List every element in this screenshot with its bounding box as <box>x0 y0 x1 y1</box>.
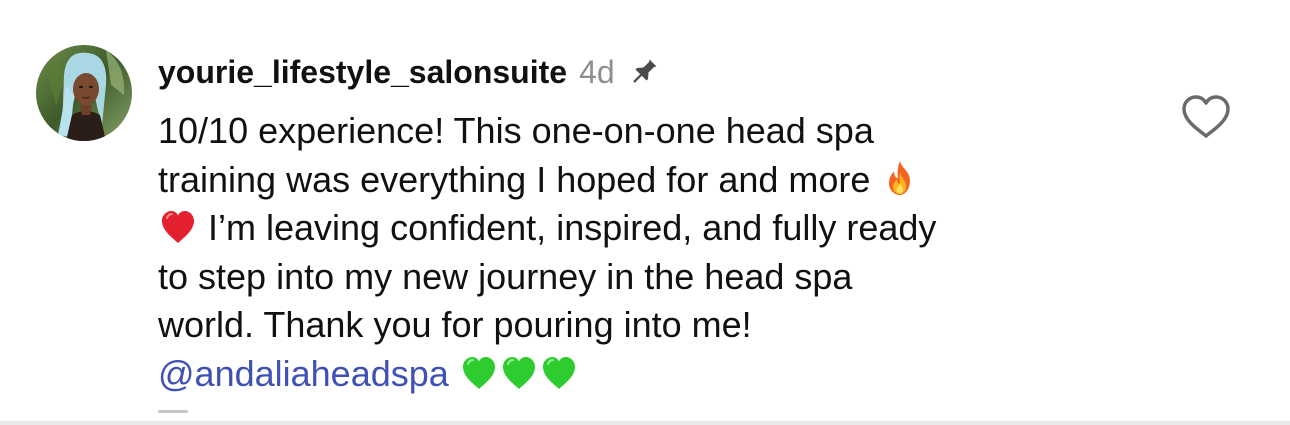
comment-item: yourie_lifestyle_salonsuite 4d 10/10 exp… <box>0 0 1290 425</box>
username-link[interactable]: yourie_lifestyle_salonsuite <box>158 54 567 91</box>
pin-icon <box>627 55 661 89</box>
comment-line-6: @andaliaheadspa <box>158 350 1148 399</box>
green-heart-emoji-icon <box>459 353 499 393</box>
comment-line-5: world. Thank you for pouring into me! <box>158 301 1148 350</box>
avatar-image <box>36 45 132 141</box>
comment-line-1: 10/10 experience! This one-on-one head s… <box>158 107 1148 156</box>
comment-text: 10/10 experience! This one-on-one head s… <box>158 107 1148 398</box>
comment-line-text: world. Thank you for pouring into me! <box>158 304 752 345</box>
comment-line-text: training was everything I hoped for and … <box>158 158 881 200</box>
like-heart-icon[interactable] <box>1180 94 1232 140</box>
divider <box>0 421 1290 425</box>
green-heart-emoji-icon <box>539 353 579 393</box>
comment-header: yourie_lifestyle_salonsuite 4d <box>158 50 661 94</box>
comment-line-2: training was everything I hoped for and … <box>158 156 1148 205</box>
comment-timestamp: 4d <box>579 53 615 90</box>
comment-line-3: I’m leaving confident, inspired, and ful… <box>158 204 1148 253</box>
mention-link[interactable]: @andaliaheadspa <box>158 353 449 394</box>
avatar[interactable] <box>36 45 132 141</box>
comment-line-text: to step into my new journey in the head … <box>158 255 853 297</box>
green-heart-emoji-icon <box>499 353 539 393</box>
comment-line-text: I’m leaving confident, inspired, and ful… <box>198 207 937 248</box>
red-heart-emoji-icon <box>158 207 198 247</box>
comment-line-text: 10/10 experience! This one-on-one head s… <box>158 110 874 151</box>
comment-line-4: to step into my new journey in the head … <box>158 253 1148 302</box>
fire-emoji-icon <box>880 159 920 199</box>
reply-row-cutoff <box>158 410 218 414</box>
